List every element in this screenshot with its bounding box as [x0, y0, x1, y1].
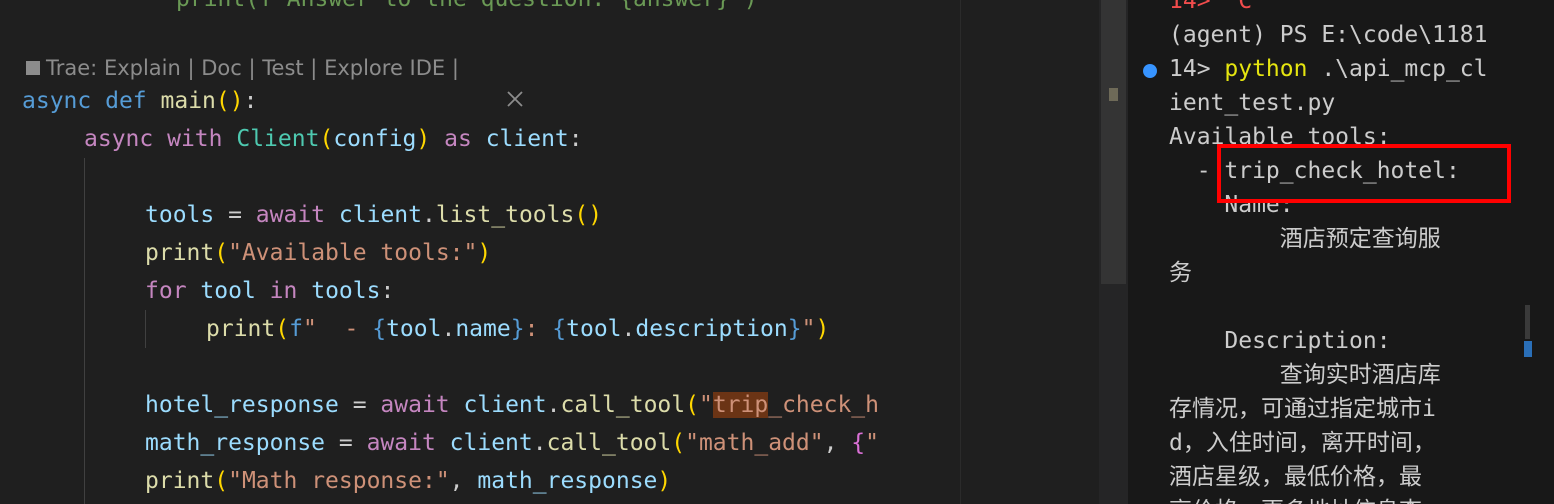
- terminal-scrollbar-thumb[interactable]: [1524, 341, 1532, 357]
- terminal-line: 酒店星级，最低价格，最: [1169, 464, 1422, 490]
- terminal-panel[interactable]: 14> ^C (agent) PS E:\code\1181 14> pytho…: [1128, 0, 1554, 504]
- minimap[interactable]: [961, 0, 1099, 504]
- terminal-line: Description:: [1169, 328, 1391, 354]
- editor-scrollbar[interactable]: [1099, 0, 1128, 504]
- terminal-line: 存情况，可通过指定城市i: [1169, 396, 1436, 422]
- scrollbar-marker: [1109, 88, 1118, 101]
- search-match-highlight: trip: [712, 392, 769, 418]
- code-line[interactable]: print("Available tools:"): [145, 234, 491, 272]
- close-icon[interactable]: [466, 59, 523, 107]
- terminal-scrollbar-track[interactable]: [1525, 305, 1530, 339]
- terminal-line: (agent) PS E:\code\1181: [1169, 22, 1488, 48]
- code-line[interactable]: for tool in tools:: [145, 272, 394, 310]
- code-line[interactable]: async with Client(config) as client:: [84, 120, 583, 158]
- code-line[interactable]: async def main():: [22, 82, 257, 120]
- codelens-colon: :: [90, 56, 104, 80]
- command-decoration-icon[interactable]: [1143, 64, 1157, 78]
- code-line[interactable]: print("Math response:", math_response): [145, 462, 671, 500]
- code-line[interactable]: print(f" - {tool.name}: {tool.descriptio…: [206, 310, 829, 348]
- terminal-line: 高价格，更多地址信息查: [1169, 494, 1422, 504]
- terminal-line: d，入住时间，离开时间，: [1169, 430, 1436, 456]
- terminal-line: ient_test.py: [1169, 90, 1336, 116]
- terminal-line: 查询实时酒店库: [1169, 362, 1441, 388]
- terminal-line: 酒店预定查询服: [1169, 226, 1441, 252]
- code-line-comment: print(f"Answer to the question: {answer}…: [176, 0, 758, 18]
- code-line[interactable]: hotel_response = await client.call_tool(…: [145, 386, 879, 424]
- codelens-doc[interactable]: Doc: [201, 54, 242, 82]
- codelens-explain[interactable]: Explain: [104, 54, 181, 82]
- codelens-test[interactable]: Test: [262, 54, 303, 82]
- indent-guide: [145, 310, 146, 348]
- terminal-line: 务: [1169, 260, 1192, 286]
- trae-icon: [26, 61, 40, 75]
- codelens-bar: Trae: Explain | Doc | Test | Explore IDE…: [22, 54, 523, 107]
- code-editor[interactable]: print(f"Answer to the question: {answer}…: [0, 0, 960, 504]
- codelens-explore-ide[interactable]: Explore IDE: [324, 54, 445, 82]
- code-line[interactable]: math_response = await client.call_tool("…: [145, 424, 879, 462]
- codelens-product[interactable]: Trae: [46, 54, 90, 82]
- terminal-command-line: 14> python .\api_mcp_cl: [1169, 56, 1488, 82]
- scrollbar-thumb[interactable]: [1101, 0, 1126, 284]
- terminal-line: 14> ^C: [1169, 0, 1253, 14]
- annotation-highlight-box: [1217, 144, 1511, 203]
- code-line[interactable]: tools = await client.list_tools(): [145, 196, 602, 234]
- indent-guide: [84, 158, 85, 504]
